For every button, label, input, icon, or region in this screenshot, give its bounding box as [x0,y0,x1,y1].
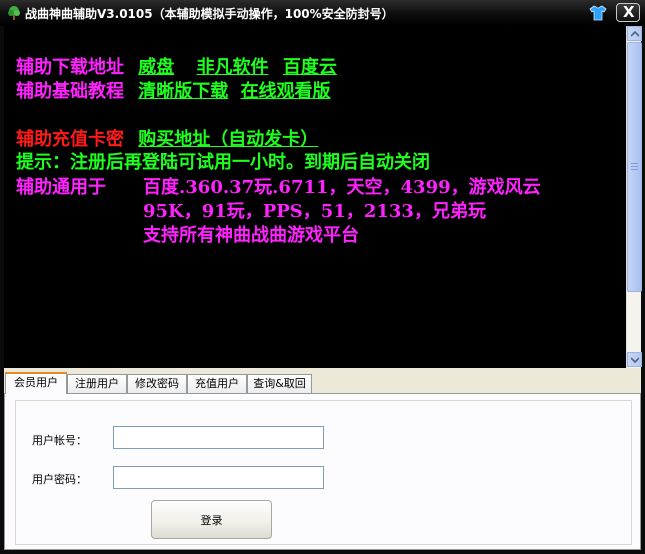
download-row: 辅助下载地址 威盘 非凡软件 百度云 [16,57,337,79]
chevron-down-icon [631,357,639,363]
thumb-grip-line [631,163,638,164]
trial-tip: 提示：注册后再登陆可试用一小时。到期后自动关闭 [16,152,430,173]
link-hd-download[interactable]: 清晰版下载 [138,81,228,102]
close-icon: X [623,3,635,21]
vertical-scrollbar[interactable] [626,26,642,368]
login-frame: 用户帐号： 用户密码： 登录 [15,400,632,545]
window-title: 战曲神曲辅助V3.0105（本辅助模拟手动操作，100%安全防封号） [25,7,394,21]
scroll-down-button[interactable] [627,352,642,367]
download-label: 辅助下载地址 [16,57,124,78]
tab-change-password[interactable]: 修改密码 [127,374,187,393]
password-label: 用户密码： [32,473,87,486]
tab-recharge-user[interactable]: 充值用户 [187,374,247,393]
tab-register-user[interactable]: 注册用户 [67,374,127,393]
thumb-grip-line [631,166,638,167]
shirt-skin-icon[interactable] [589,4,607,22]
title-bar: 战曲神曲辅助V3.0105（本辅助模拟手动操作，100%安全防封号） X [0,0,645,26]
scroll-thumb[interactable] [627,42,642,292]
password-input[interactable] [113,466,324,489]
platforms-label: 辅助通用于 [16,177,106,198]
close-button[interactable]: X [616,3,640,22]
account-label: 用户帐号： [32,434,87,447]
tab-query-retrieve[interactable]: 查询&取回 [247,374,312,393]
recharge-label: 辅助充值卡密 [16,129,124,150]
login-tab-pane: 用户帐号： 用户密码： 登录 [4,393,641,550]
chevron-up-icon [631,31,639,37]
login-button[interactable]: 登录 [151,500,272,539]
tutorial-row: 辅助基础教程 清晰版下载 在线观看版 [16,81,331,103]
thumb-grip-line [631,169,638,170]
tab-member-user[interactable]: 会员用户 [5,372,67,394]
link-baidu-cloud[interactable]: 百度云 [283,57,337,78]
scroll-up-button[interactable] [627,26,642,41]
link-feifan-software[interactable]: 非凡软件 [197,57,269,78]
link-online-watch[interactable]: 在线观看版 [241,81,331,102]
platforms-line-1: 百度.360.37玩.6711，天空，4399，游戏风云 [143,177,541,198]
tree-app-icon [8,6,20,20]
platforms-line-2: 95K，91玩，PPS，51，2133，兄弟玩 [143,201,486,222]
account-input[interactable] [113,426,324,449]
tutorial-label: 辅助基础教程 [16,81,124,102]
platforms-line-3: 支持所有神曲战曲游戏平台 [143,225,359,246]
link-weipan[interactable]: 威盘 [138,57,174,78]
recharge-row: 辅助充值卡密 购买地址（自动发卡） [16,129,318,151]
window-border-bottom [0,550,645,554]
info-panel: 辅助下载地址 威盘 非凡软件 百度云 辅助基础教程 清晰版下载 在线观看版 辅助… [4,26,626,368]
link-buy-address[interactable]: 购买地址（自动发卡） [138,129,318,150]
